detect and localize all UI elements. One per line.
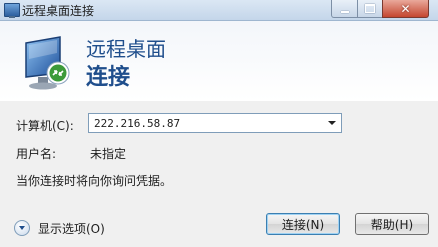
remote-desktop-logo-icon	[25, 36, 70, 90]
chevron-down-icon[interactable]	[14, 220, 30, 236]
minimize-button[interactable]	[331, 0, 358, 18]
show-options-label[interactable]: 显示选项(O)	[38, 220, 105, 237]
banner-title-line1: 远程桌面	[86, 37, 166, 61]
connect-button[interactable]: 连接(N)	[266, 213, 340, 235]
header-banner: 远程桌面 连接	[0, 21, 438, 101]
username-value: 未指定	[90, 147, 127, 161]
show-options-toggle[interactable]: 显示选项(O)	[14, 218, 105, 238]
credentials-info-text: 当你连接时将向你询问凭据。	[16, 174, 173, 188]
dropdown-arrow-icon[interactable]	[328, 121, 336, 125]
computer-combobox[interactable]: 222.216.58.87	[88, 113, 342, 133]
help-button[interactable]: 帮助(H)	[355, 213, 429, 235]
remote-desktop-app-icon	[4, 3, 20, 18]
computer-input-value[interactable]: 222.216.58.87	[94, 117, 180, 130]
close-button[interactable]: ✕	[382, 0, 429, 18]
window-title: 远程桌面连接	[22, 4, 95, 18]
title-bar[interactable]: 远程桌面连接 ✕	[0, 0, 438, 21]
minimize-icon	[340, 10, 349, 13]
computer-label: 计算机(C):	[16, 119, 74, 133]
maximize-icon	[365, 4, 375, 13]
maximize-button[interactable]	[357, 0, 383, 18]
banner-title-line2: 连接	[86, 65, 131, 90]
username-label: 用户名:	[16, 147, 57, 161]
remote-desktop-window: 远程桌面连接 ✕ 远程桌面 连接 计算机(C): 222.216.58.87 用…	[0, 0, 438, 247]
close-icon: ✕	[400, 1, 411, 16]
